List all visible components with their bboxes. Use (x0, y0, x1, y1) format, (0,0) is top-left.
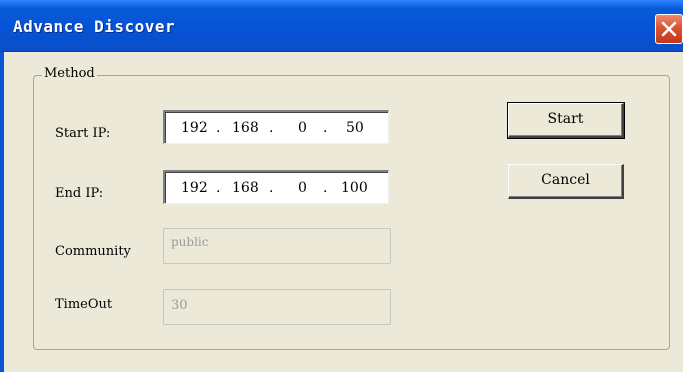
timeout-field[interactable]: 30 (163, 289, 391, 325)
start-ip-octet-3[interactable]: 0 (298, 120, 307, 136)
ip-separator: . (216, 180, 221, 196)
title-bar[interactable]: Advance Discover (0, 0, 683, 52)
ip-separator: . (216, 120, 221, 136)
end-ip-octet-1[interactable]: 192 (181, 180, 208, 196)
start-button[interactable]: Start (507, 102, 625, 139)
close-icon (661, 21, 677, 37)
ip-separator: . (269, 120, 274, 136)
window-frame (0, 52, 4, 372)
timeout-value: 30 (171, 298, 188, 313)
end-ip-field[interactable]: 192 . 168 . 0 . 100 (163, 170, 389, 204)
start-ip-octet-2[interactable]: 168 (232, 120, 259, 136)
end-ip-octet-4[interactable]: 100 (341, 180, 368, 196)
cancel-button[interactable]: Cancel (508, 164, 624, 199)
community-label: Community (55, 244, 131, 259)
community-field[interactable]: public (163, 228, 391, 264)
close-button[interactable] (655, 14, 683, 44)
community-value: public (171, 235, 209, 249)
start-ip-octet-4[interactable]: 50 (346, 120, 364, 136)
start-ip-field[interactable]: 192 . 168 . 0 . 50 (163, 110, 389, 144)
start-ip-label: Start IP: (55, 126, 111, 141)
end-ip-label: End IP: (55, 186, 104, 201)
start-ip-octet-1[interactable]: 192 (181, 120, 208, 136)
end-ip-octet-3[interactable]: 0 (298, 180, 307, 196)
window-title: Advance Discover (13, 17, 176, 36)
end-ip-octet-2[interactable]: 168 (232, 180, 259, 196)
ip-separator: . (269, 180, 274, 196)
method-legend: Method (42, 66, 97, 81)
ip-separator: . (323, 180, 328, 196)
ip-separator: . (323, 120, 328, 136)
timeout-label: TimeOut (55, 297, 113, 312)
